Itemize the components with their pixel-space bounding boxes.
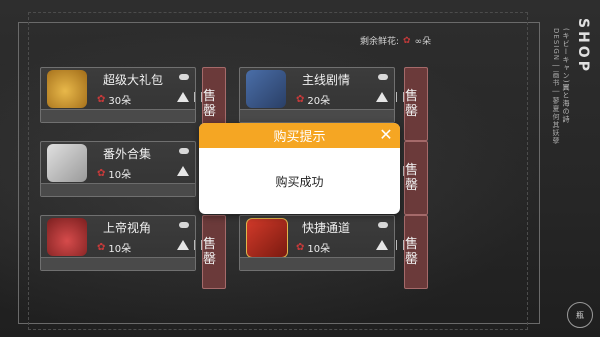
sold-out-label: 售罄 — [203, 89, 217, 119]
dialog-message: 购买成功 — [275, 174, 324, 189]
cloud-icon — [378, 74, 388, 80]
shop-item-card[interactable]: 主线剧情 ✿ 20朵 — [239, 67, 395, 123]
cloud-icon — [179, 74, 189, 80]
sold-out-label: 售罄 — [405, 237, 419, 267]
rose-icon: ✿ — [403, 35, 411, 46]
rose-icon: ✿ — [296, 242, 305, 253]
rose-icon: ✿ — [97, 168, 106, 179]
shop-item-card[interactable]: 快捷通道 ✿ 10朵 — [239, 215, 395, 271]
item-price-value: 10朵 — [108, 244, 132, 255]
item-price: ✿ 10朵 — [296, 240, 330, 255]
item-price: ✿ 10朵 — [97, 166, 131, 181]
shop-side-title: SHOP (キビーキャン)翼と海の詩 DESIGN | 画书 | 蓼夏何其妖孽 — [552, 18, 595, 198]
scroll-icon — [47, 144, 87, 182]
gift-bag-icon — [47, 70, 87, 108]
sold-out-label: 售罄 — [203, 237, 217, 267]
grip-icon — [396, 240, 404, 250]
potion-icon — [47, 218, 87, 256]
item-bar — [240, 109, 394, 122]
triangle-icon — [177, 92, 189, 102]
sold-out-button[interactable]: 售罄 — [396, 67, 428, 141]
remaining-flowers: 剩余鲜花: ✿ ∞朵 — [360, 34, 432, 48]
triangle-icon — [376, 240, 388, 250]
rose-icon: ✿ — [97, 94, 106, 105]
item-price: ✿ 30朵 — [97, 92, 131, 107]
remaining-value: ∞朵 — [414, 37, 432, 47]
rose-icon: ✿ — [97, 242, 106, 253]
shop-title: SHOP — [575, 18, 591, 74]
item-price-value: 10朵 — [108, 170, 132, 181]
grip-icon — [194, 240, 202, 250]
cloud-icon — [378, 222, 388, 228]
item-price-value: 10朵 — [307, 244, 331, 255]
item-bar — [240, 257, 394, 270]
triangle-icon — [376, 92, 388, 102]
item-price: ✿ 20朵 — [296, 92, 330, 107]
shop-item-card[interactable]: 超级大礼包 ✿ 30朵 — [40, 67, 196, 123]
purchase-dialog: 购买提示 ✕ 购买成功 — [199, 123, 400, 214]
close-icon[interactable]: ✕ — [377, 126, 395, 144]
shop-subtitle-1: (キビーキャン)翼と海の詩 — [562, 28, 570, 124]
item-name: 快捷通道 — [302, 221, 351, 235]
grip-icon — [194, 92, 202, 102]
dialog-body: 购买成功 — [199, 148, 400, 214]
rose-icon: ✿ — [296, 94, 305, 105]
item-bar — [41, 257, 195, 270]
corner-badge: 瓶 — [567, 302, 593, 328]
item-bar — [41, 109, 195, 122]
sold-out-button[interactable]: 售罄 — [396, 141, 428, 215]
item-price-value: 30朵 — [108, 96, 132, 107]
remaining-label: 剩余鲜花: — [360, 37, 400, 47]
red-book-icon — [246, 218, 288, 258]
item-name: 主线剧情 — [302, 73, 351, 87]
book-icon — [246, 70, 286, 108]
sold-out-label: 售罄 — [405, 163, 419, 193]
shop-subtitle-2: DESIGN | 画书 | 蓼夏何其妖孽 — [552, 28, 560, 145]
sold-out-label: 售罄 — [405, 89, 419, 119]
shop-item-card[interactable]: 番外合集 ✿ 10朵 — [40, 141, 196, 197]
item-name: 超级大礼包 — [103, 73, 164, 87]
triangle-icon — [177, 166, 189, 176]
cloud-icon — [179, 222, 189, 228]
grip-icon — [396, 92, 404, 102]
item-name: 上帝视角 — [103, 221, 152, 235]
item-price: ✿ 10朵 — [97, 240, 131, 255]
dialog-header: 购买提示 ✕ — [199, 123, 400, 148]
item-price-value: 20朵 — [307, 96, 331, 107]
item-name: 番外合集 — [103, 147, 152, 161]
triangle-icon — [177, 240, 189, 250]
sold-out-button[interactable]: 售罄 — [194, 215, 226, 289]
cloud-icon — [179, 148, 189, 154]
sold-out-button[interactable]: 售罄 — [396, 215, 428, 289]
item-bar — [41, 183, 195, 196]
dialog-title: 购买提示 — [273, 130, 326, 145]
shop-item-card[interactable]: 上帝视角 ✿ 10朵 — [40, 215, 196, 271]
